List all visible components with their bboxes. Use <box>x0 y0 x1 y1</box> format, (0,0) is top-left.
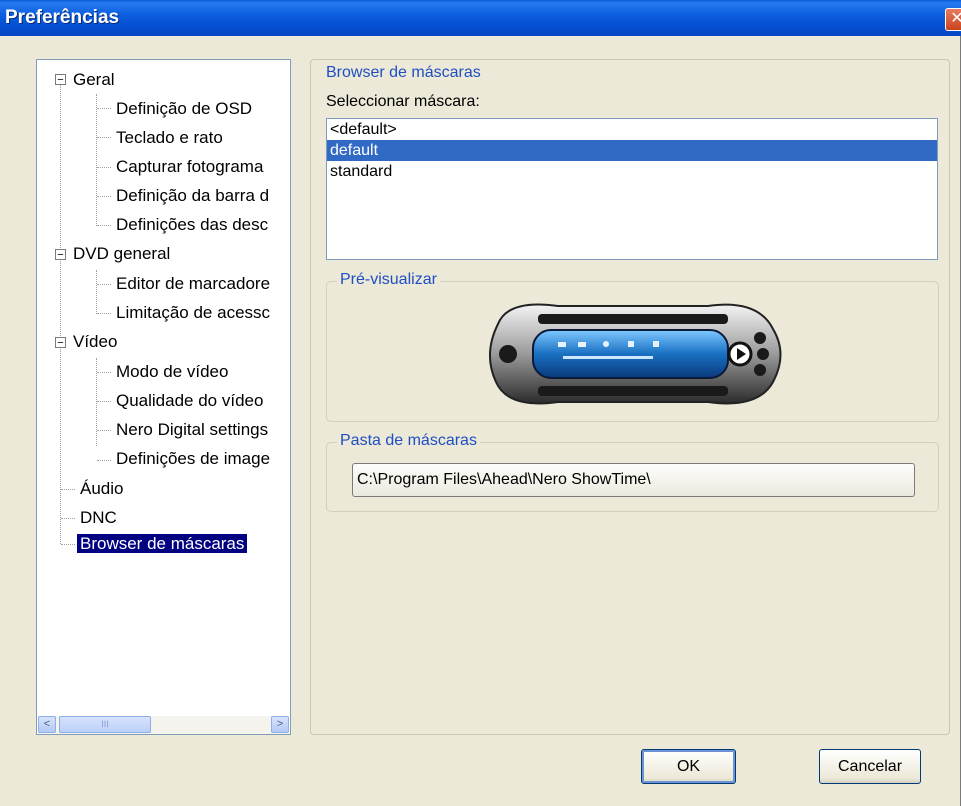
tree-connector <box>60 80 61 544</box>
tree-connector <box>97 225 111 226</box>
chevron-right-icon: > <box>276 718 284 730</box>
horizontal-scrollbar[interactable]: < III > <box>38 716 289 734</box>
preferences-tree[interactable]: − Geral Definição de OSD Teclado e rato … <box>36 59 291 735</box>
tree-connector <box>97 401 111 402</box>
tree-connector <box>96 270 97 314</box>
scroll-thumb[interactable]: III <box>59 716 151 733</box>
tree-connector <box>61 489 75 490</box>
tree-item-bar-settings[interactable]: Definição da barra d <box>116 184 269 208</box>
media-player-skin-preview-image <box>489 303 782 405</box>
tree-connector <box>97 167 111 168</box>
chevron-left-icon: < <box>43 718 51 730</box>
tree-connector <box>61 518 75 519</box>
skin-listbox[interactable]: <default> default standard <box>326 118 938 260</box>
tree-item-bookmark-editor[interactable]: Editor de marcadore <box>116 272 270 296</box>
cancel-button[interactable]: Cancelar <box>819 749 921 784</box>
tree-item-nero-digital[interactable]: Nero Digital settings <box>116 418 268 442</box>
title-bar[interactable]: Preferências ✕ <box>0 0 961 36</box>
tree-item-descriptions[interactable]: Definições das desc <box>116 213 268 237</box>
skin-list-item[interactable]: standard <box>327 161 937 182</box>
skin-browser-title: Browser de máscaras <box>323 64 484 82</box>
scroll-right-button[interactable]: > <box>271 716 289 733</box>
tree-item-keyboard-mouse[interactable]: Teclado e rato <box>116 126 223 150</box>
tree-item-dvd-general[interactable]: DVD general <box>73 242 170 266</box>
tree-connector <box>97 284 111 285</box>
tree-item-access-limit[interactable]: Limitação de acessc <box>116 301 270 325</box>
tree-item-audio[interactable]: Áudio <box>80 477 123 501</box>
collapse-toggle-geral[interactable]: − <box>55 74 66 86</box>
ok-button[interactable]: OK <box>641 749 736 784</box>
tree-item-video-quality[interactable]: Qualidade do vídeo <box>116 389 263 413</box>
tree-item-geral[interactable]: Geral <box>73 68 115 92</box>
tree-connector <box>61 544 75 545</box>
tree-item-osd[interactable]: Definição de OSD <box>116 97 252 121</box>
tree-item-image-settings[interactable]: Definições de image <box>116 447 270 471</box>
tree-item-capture-frame[interactable]: Capturar fotograma <box>116 155 263 179</box>
tree-item-dnc[interactable]: DNC <box>80 506 117 530</box>
tree-connector <box>97 108 111 109</box>
skin-list-item-selected[interactable]: default <box>327 140 937 161</box>
tree-item-skin-browser[interactable]: Browser de máscaras <box>75 532 249 556</box>
collapse-toggle-video[interactable]: − <box>55 337 66 349</box>
tree-item-video[interactable]: Vídeo <box>73 330 117 354</box>
tree-item-video-mode[interactable]: Modo de vídeo <box>116 360 228 384</box>
close-icon: ✕ <box>950 10 961 27</box>
tree-connector <box>97 313 111 314</box>
preview-group: Pré-visualizar <box>326 271 939 422</box>
skin-folder-title: Pasta de máscaras <box>337 432 480 450</box>
tree-connector <box>97 372 111 373</box>
select-skin-label: Seleccionar máscara: <box>326 93 480 110</box>
skin-folder-path-field[interactable]: C:\Program Files\Ahead\Nero ShowTime\ <box>352 463 915 497</box>
skin-list-item[interactable]: <default> <box>327 119 937 140</box>
close-button[interactable]: ✕ <box>945 8 961 31</box>
tree-connector <box>97 460 111 461</box>
scroll-left-button[interactable]: < <box>38 716 56 733</box>
grip-icon: III <box>101 719 109 729</box>
window-title: Preferências <box>5 7 120 28</box>
collapse-toggle-dvd[interactable]: − <box>55 249 66 261</box>
tree-connector <box>97 430 111 431</box>
tree-connector <box>97 137 111 138</box>
tree-connector <box>97 196 111 197</box>
preview-title: Pré-visualizar <box>337 271 440 289</box>
tree-connector <box>96 94 97 226</box>
